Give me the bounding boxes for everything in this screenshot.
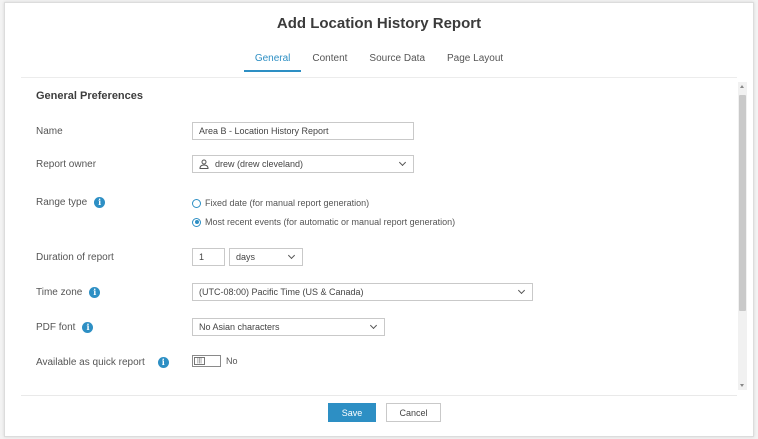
duration-value: 1 [199,252,205,262]
form-content: General Preferences Name Area B - Locati… [21,78,736,395]
toggle-knob: ||| [194,357,205,365]
time-zone-label: Time zone i [36,287,101,298]
scroll-thumb[interactable] [739,95,746,311]
scroll-up-icon[interactable] [740,85,744,88]
add-report-dialog: Add Location History Report General Cont… [4,2,754,437]
save-button[interactable]: Save [328,403,376,422]
cancel-button[interactable]: Cancel [386,403,441,422]
section-title: General Preferences [36,90,144,102]
duration-unit-select[interactable]: days [229,248,303,266]
chevron-down-icon [287,251,296,260]
duration-unit-value: days [236,252,256,262]
chevron-down-icon [517,286,526,295]
name-label-text: Name [36,126,63,137]
pdf-font-select[interactable]: No Asian characters [192,318,385,336]
info-icon[interactable]: i [82,322,94,333]
range-type-label: Range type i [36,197,106,208]
scroll-down-icon[interactable] [740,384,744,387]
quick-report-label-text: Available as quick report [36,357,145,368]
range-recent-radio[interactable]: Most recent events (for automatic or man… [192,217,455,227]
name-input-value: Area B - Location History Report [199,126,329,136]
quick-report-state: No [226,356,238,366]
report-owner-label-text: Report owner [36,159,97,170]
dialog-title: Add Location History Report [276,15,482,32]
name-input[interactable]: Area B - Location History Report [192,122,414,140]
pdf-font-value: No Asian characters [199,322,280,332]
chevron-down-icon [369,321,378,330]
quick-report-label: Available as quick report i [36,357,169,368]
chevron-down-icon [398,158,407,167]
duration-label: Duration of report [36,252,114,263]
quick-report-toggle[interactable]: ||| [192,355,221,367]
report-owner-select-content: drew (drew cleveland) [199,159,303,169]
pdf-font-label: PDF font i [36,322,94,333]
name-label: Name [36,126,63,137]
report-owner-label: Report owner [36,159,96,170]
info-icon[interactable]: i [94,197,106,208]
info-icon[interactable]: i [89,287,101,298]
report-owner-select[interactable]: drew (drew cleveland) [192,155,414,173]
range-fixed-radio[interactable]: Fixed date (for manual report generation… [192,198,369,208]
footer-divider [21,395,737,396]
report-owner-value: drew (drew cleveland) [215,159,304,169]
range-fixed-label: Fixed date (for manual report generation… [205,198,370,208]
radio-button-checked[interactable] [192,217,201,227]
user-icon [199,159,209,169]
scrollbar[interactable] [738,82,747,390]
time-zone-value: (UTC-08:00) Pacific Time (US & Canada) [199,287,364,297]
info-icon[interactable]: i [157,357,169,368]
tab-bar: General Content Source Data Page Layout [5,53,753,72]
range-recent-label: Most recent events (for automatic or man… [205,217,456,227]
tab-page-layout[interactable]: Page Layout [436,53,514,72]
duration-label-text: Duration of report [36,252,114,263]
tab-source-data[interactable]: Source Data [358,53,436,72]
range-type-label-text: Range type [36,197,88,208]
pdf-font-label-text: PDF font [36,322,76,333]
tab-general[interactable]: General [243,53,302,72]
time-zone-select[interactable]: (UTC-08:00) Pacific Time (US & Canada) [192,283,533,301]
time-zone-label-text: Time zone [36,287,83,298]
duration-value-input[interactable]: 1 [192,248,225,266]
tab-content[interactable]: Content [301,53,358,72]
radio-button[interactable] [192,198,201,208]
